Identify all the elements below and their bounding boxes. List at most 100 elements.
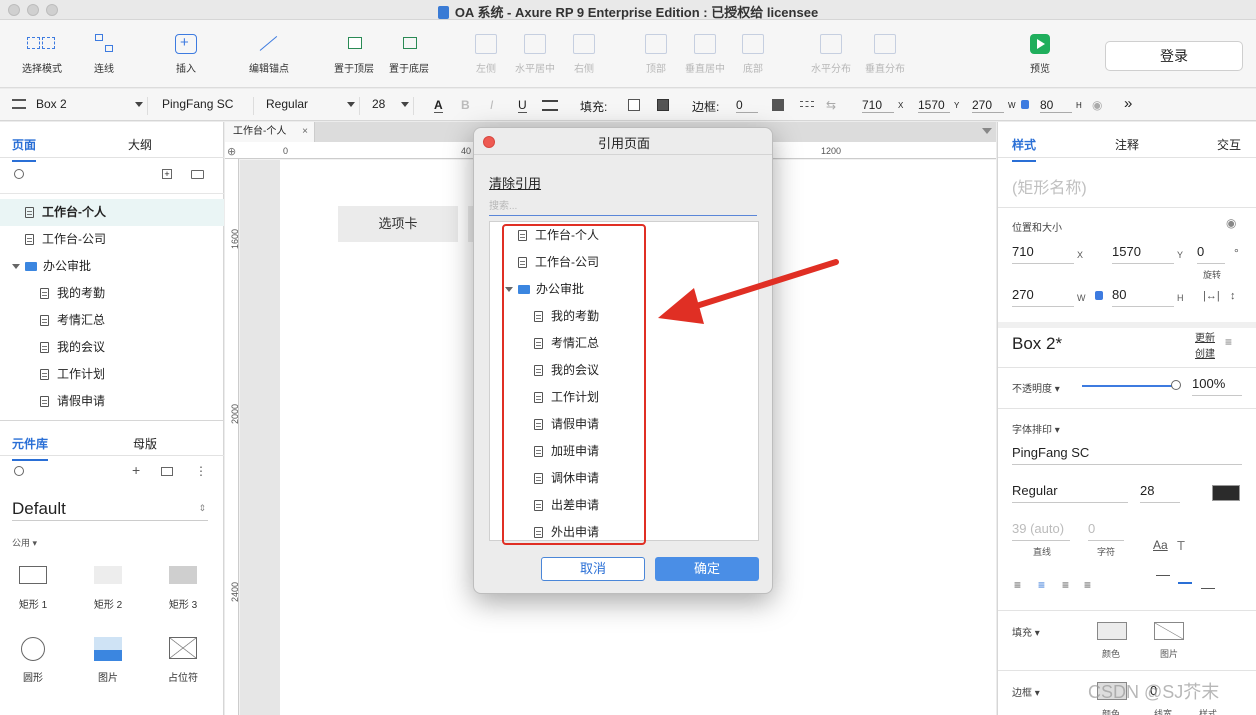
add-folder-icon[interactable] [191, 170, 204, 179]
page-item[interactable]: 工作台-公司 [0, 226, 224, 253]
h-input[interactable]: 80 [1040, 98, 1072, 113]
opacity-field[interactable]: 100% [1192, 376, 1242, 396]
page-item[interactable]: 请假申请 [0, 388, 224, 415]
font-family-dropdown[interactable]: PingFang SC [162, 97, 254, 115]
align-center-text-icon[interactable]: ≡ [1038, 578, 1045, 592]
style-edit-icon[interactable]: ≡ [1225, 335, 1232, 349]
widget-image[interactable]: 图片 [78, 637, 138, 684]
bold-icon[interactable]: B [461, 98, 470, 112]
send-to-back-button[interactable]: 置于底层 [385, 34, 433, 75]
underline-icon[interactable]: U [518, 98, 527, 113]
lock-icon[interactable] [1095, 291, 1103, 300]
auto-fit-width-icon[interactable]: |↔| [1203, 290, 1220, 302]
fill-header[interactable]: 填充 ▾ [1012, 624, 1040, 639]
line-spacing-field[interactable]: 39 (auto) [1012, 521, 1070, 541]
double-chevron-right-icon[interactable]: » [1124, 95, 1132, 112]
border-header[interactable]: 边框 ▾ [1012, 684, 1040, 699]
align-left-text-icon[interactable]: ≡ [1014, 578, 1021, 592]
align-vcenter-button[interactable]: 垂直居中 [682, 34, 728, 75]
border-color-swatch[interactable] [772, 99, 784, 111]
widget-circle[interactable]: 圆形 [3, 637, 63, 684]
font-size-dropdown[interactable]: 28 [372, 97, 414, 115]
page-item[interactable]: 考情汇总 [0, 307, 224, 334]
login-button[interactable]: 登录 [1105, 41, 1243, 71]
valign-top-icon[interactable] [1156, 575, 1170, 576]
tab-interactions[interactable]: 交互 [1217, 136, 1241, 153]
edit-anchor-button[interactable]: 编辑锚点 [244, 34, 294, 75]
border-style-icon[interactable] [800, 101, 814, 107]
opacity-slider-handle[interactable] [1171, 380, 1181, 390]
font-size-field[interactable]: 28 [1140, 483, 1180, 503]
font-style-select[interactable]: Regular [1012, 483, 1128, 503]
connect-button[interactable]: 连线 [84, 34, 124, 75]
text-case-icon[interactable]: Aa [1153, 538, 1168, 552]
visibility-eye-icon[interactable]: ◉ [1092, 98, 1102, 112]
page-item[interactable]: 我的考勤 [0, 280, 224, 307]
text-format-icon[interactable]: T [1177, 538, 1185, 553]
char-spacing-field[interactable]: 0 [1088, 521, 1124, 541]
page-item[interactable]: 工作台-个人 [0, 199, 224, 226]
distribute-h-button[interactable]: 水平分布 [808, 34, 854, 75]
tab-pages[interactable]: 页面 [12, 136, 37, 162]
valign-middle-icon[interactable] [1178, 582, 1192, 584]
valign-bottom-icon[interactable] [1201, 588, 1215, 589]
shape-name-input[interactable]: (矩形名称) [1012, 174, 1087, 198]
add-page-icon[interactable]: + [162, 169, 172, 179]
page-item[interactable]: 工作计划 [0, 361, 224, 388]
border-width-input[interactable]: 0 [736, 98, 758, 113]
rotation-field[interactable]: 0 [1197, 244, 1225, 264]
justify-text-icon[interactable]: ≡ [1084, 578, 1091, 592]
opacity-header[interactable]: 不透明度 ▾ [1012, 380, 1060, 395]
arrow-style-icon[interactable]: ⇆ [826, 98, 836, 112]
widget-rect-2[interactable]: 矩形 2 [78, 566, 138, 611]
clear-reference-link[interactable]: 清除引用 [489, 173, 541, 192]
bullet-list-icon[interactable] [542, 100, 558, 111]
typography-header[interactable]: 字体排印 ▾ [1012, 421, 1060, 436]
font-style-dropdown[interactable]: Regular [266, 97, 360, 115]
cancel-button[interactable]: 取消 [541, 557, 645, 581]
x-field[interactable]: 710 [1012, 244, 1074, 264]
search-icon[interactable] [14, 169, 24, 179]
fill-shadow-icon[interactable] [657, 99, 669, 111]
tab-style[interactable]: 样式 [1012, 136, 1037, 162]
italic-icon[interactable]: I [490, 98, 493, 112]
w-input[interactable]: 270 [972, 98, 1004, 113]
distribute-v-button[interactable]: 垂直分布 [862, 34, 908, 75]
page-search-input[interactable] [489, 198, 757, 216]
add-library-icon[interactable]: + [132, 462, 140, 478]
fill-image-button[interactable] [1154, 622, 1184, 640]
height-field[interactable]: 80 [1112, 287, 1174, 307]
widget-rect-1[interactable]: 矩形 1 [3, 566, 63, 611]
folder-item[interactable]: 办公审批 [0, 253, 224, 280]
widget-name-dropdown[interactable]: Box 2 [36, 97, 148, 115]
insert-button[interactable]: + 插入 [164, 34, 208, 75]
widget-placeholder[interactable]: 占位符 [153, 637, 213, 684]
align-right-button[interactable]: 右侧 [564, 34, 604, 75]
bring-to-front-button[interactable]: 置于顶层 [330, 34, 378, 75]
tab-notes[interactable]: 注释 [1115, 136, 1139, 153]
align-top-button[interactable]: 顶部 [636, 34, 676, 75]
ok-button[interactable]: 确定 [655, 557, 759, 581]
align-hcenter-button[interactable]: 水平居中 [512, 34, 558, 75]
style-name[interactable]: Box 2* [1012, 334, 1062, 354]
update-style-link[interactable]: 更新 [1195, 329, 1215, 344]
x-input[interactable]: 710 [862, 98, 894, 113]
y-field[interactable]: 1570 [1112, 244, 1174, 264]
expand-triangle-icon[interactable] [12, 264, 20, 269]
library-selector[interactable]: Default ⇕ [12, 499, 208, 521]
widget-rect-3[interactable]: 矩形 3 [153, 566, 213, 611]
create-style-link[interactable]: 创建 [1195, 345, 1215, 360]
category-header[interactable]: 公用 ▾ [12, 536, 37, 549]
y-input[interactable]: 1570 [918, 98, 950, 113]
align-left-button[interactable]: 左侧 [466, 34, 506, 75]
align-right-text-icon[interactable]: ≡ [1062, 578, 1069, 592]
visibility-eye-icon[interactable]: ◉ [1226, 216, 1236, 230]
tab-library[interactable]: 元件库 [12, 435, 49, 461]
page-item[interactable]: 我的会议 [0, 334, 224, 361]
select-mode-button[interactable]: 选择模式 [12, 34, 72, 75]
opacity-slider-track[interactable] [1082, 385, 1178, 387]
library-search-icon[interactable] [14, 466, 24, 476]
preview-button[interactable]: 预览 [1020, 34, 1060, 75]
more-options-icon[interactable]: ⋮ [195, 464, 207, 478]
tab-outline[interactable]: 大纲 [128, 136, 152, 153]
